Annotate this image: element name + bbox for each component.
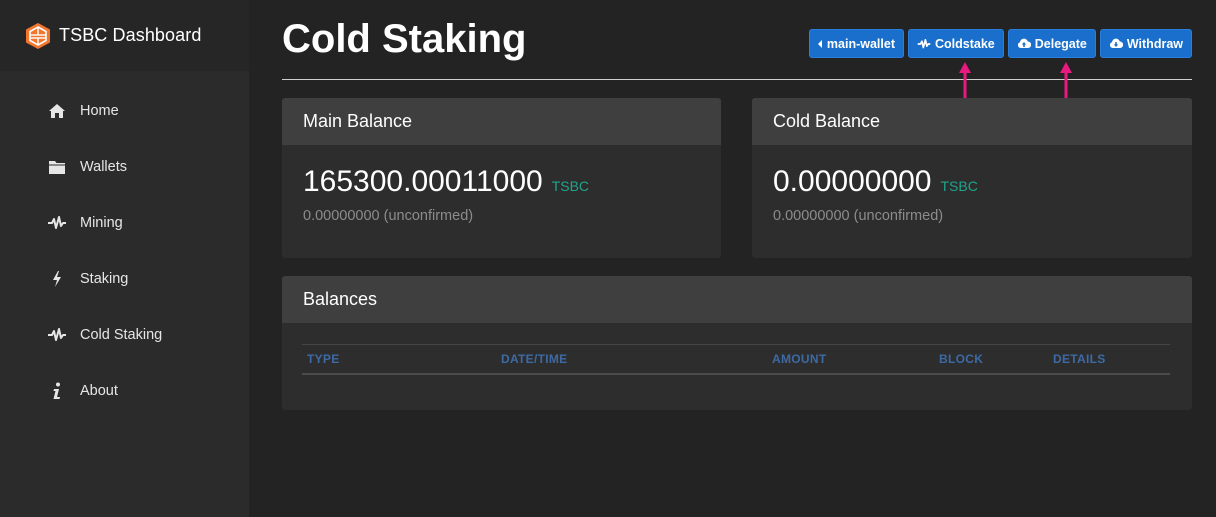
sidebar-item-home[interactable]: Home (0, 83, 249, 139)
unconfirmed-balance: 0.00000000 (unconfirmed) (773, 208, 944, 224)
column-header-block[interactable]: BLOCK (934, 344, 1048, 375)
cloud-upload-icon (1017, 38, 1031, 48)
sidebar-item-label: Home (80, 103, 119, 119)
currency-unit: TSBC (551, 178, 590, 194)
column-header-details[interactable]: DETAILS (1048, 344, 1170, 375)
info-icon (47, 381, 67, 401)
page-header: Cold Staking main-wallet Coldstake Deleg… (282, 0, 1192, 80)
sidebar-item-label: Staking (80, 271, 129, 287)
delegate-button[interactable]: Delegate (1007, 29, 1096, 58)
column-header-amount[interactable]: AMOUNT (767, 344, 934, 375)
card-title: Balances (282, 276, 1192, 323)
annotation-arrow-up-icon (959, 62, 971, 98)
heartbeat-icon (917, 38, 931, 48)
coldstake-button[interactable]: Coldstake (908, 29, 1004, 58)
currency-unit: TSBC (940, 178, 978, 194)
main-balance-amount: 165300.00011000 (303, 165, 543, 198)
sidebar-item-staking[interactable]: Staking (0, 251, 249, 307)
main-content: Cold Staking main-wallet Coldstake Deleg… (282, 0, 1192, 410)
delegate-label: Delegate (1034, 36, 1087, 51)
home-icon (47, 101, 67, 121)
brand-title: TSBC Dashboard (59, 25, 202, 45)
caret-left-icon (817, 39, 822, 48)
withdraw-button[interactable]: Withdraw (1099, 29, 1192, 58)
table-header-row: TYPE DATE/TIME AMOUNT BLOCK DETAILS (302, 344, 1170, 375)
balances-table: TYPE DATE/TIME AMOUNT BLOCK DETAILS (302, 344, 1170, 375)
wallet-select-label: main-wallet (826, 36, 895, 51)
cold-balance-card: Cold Balance 0.00000000 TSBC 0.00000000 … (752, 98, 1192, 258)
cold-balance-amount: 0.00000000 (773, 165, 932, 198)
sidebar-item-label: Wallets (80, 159, 127, 175)
column-header-type[interactable]: TYPE (302, 344, 496, 375)
brand-logo-icon (26, 22, 50, 49)
withdraw-label: Withdraw (1126, 36, 1183, 51)
wallet-select-button[interactable]: main-wallet (808, 29, 904, 58)
coldstake-label: Coldstake (935, 36, 995, 51)
folder-icon (47, 157, 67, 177)
sidebar-item-cold-staking[interactable]: Cold Staking (0, 307, 249, 363)
sidebar-item-wallets[interactable]: Wallets (0, 139, 249, 195)
action-buttons: main-wallet Coldstake Delegate Withdraw (808, 29, 1192, 58)
brand[interactable]: TSBC Dashboard (0, 0, 249, 71)
sidebar-item-label: Mining (80, 215, 123, 231)
bolt-icon (47, 269, 67, 289)
cloud-download-icon (1109, 38, 1123, 48)
card-title: Cold Balance (752, 98, 1192, 145)
annotation-arrow-up-icon (1060, 62, 1072, 98)
column-header-datetime[interactable]: DATE/TIME (496, 344, 767, 375)
sidebar: TSBC Dashboard Home Wallets Mining Staki… (0, 0, 249, 517)
heartbeat-icon (47, 213, 67, 233)
sidebar-item-about[interactable]: About (0, 363, 249, 419)
sidebar-item-mining[interactable]: Mining (0, 195, 249, 251)
card-title: Main Balance (282, 98, 721, 145)
heartbeat-icon (47, 325, 67, 345)
page-title: Cold Staking (282, 17, 527, 61)
sidebar-item-label: About (80, 383, 118, 399)
unconfirmed-balance: 0.00000000 (unconfirmed) (303, 208, 474, 224)
balances-card: Balances TYPE DATE/TIME AMOUNT BLOCK DET… (282, 276, 1192, 410)
main-balance-card: Main Balance 165300.00011000 TSBC 0.0000… (282, 98, 721, 258)
sidebar-nav: Home Wallets Mining Staking Cold Staking (0, 71, 249, 419)
sidebar-item-label: Cold Staking (80, 327, 163, 343)
